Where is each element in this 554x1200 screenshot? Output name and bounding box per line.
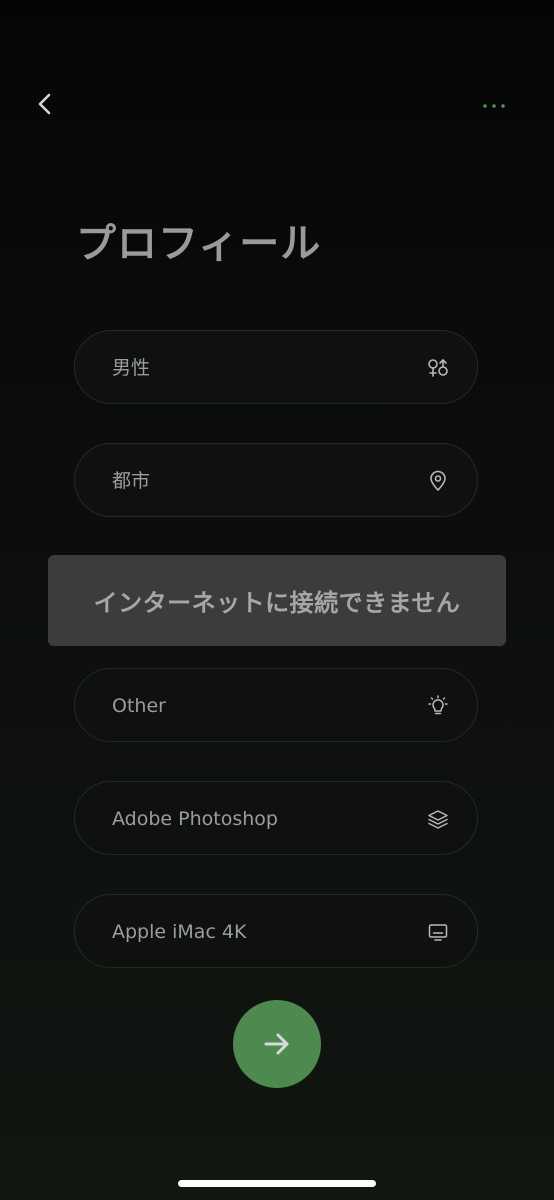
- profile-screen: プロフィール 男性 都市 インターネットに接続できません Other Adobe…: [0, 0, 554, 1200]
- page-title: プロフィール: [76, 221, 322, 267]
- city-field-value: 都市: [112, 470, 151, 492]
- home-indicator[interactable]: [178, 1180, 376, 1187]
- software-field[interactable]: Adobe Photoshop: [74, 781, 478, 855]
- more-dots-icon: [482, 95, 506, 114]
- more-options-button[interactable]: [474, 84, 514, 124]
- interest-field-value: Other: [112, 695, 166, 717]
- device-field-value: Apple iMac 4K: [112, 921, 247, 943]
- monitor-icon: [427, 921, 449, 943]
- layers-icon: [427, 808, 449, 830]
- arrow-right-icon: [262, 1029, 292, 1059]
- gender-icon: [427, 357, 449, 379]
- city-field[interactable]: 都市: [74, 443, 478, 517]
- chevron-left-icon: [34, 92, 58, 116]
- back-button[interactable]: [24, 82, 68, 126]
- device-field[interactable]: Apple iMac 4K: [74, 894, 478, 968]
- gender-field[interactable]: 男性: [74, 330, 478, 404]
- interest-field[interactable]: Other: [74, 668, 478, 742]
- toast-message: インターネットに接続できません: [93, 589, 461, 617]
- gender-field-value: 男性: [112, 357, 151, 379]
- lightbulb-icon: [427, 695, 449, 717]
- location-pin-icon: [427, 470, 449, 492]
- next-button[interactable]: [233, 1000, 321, 1088]
- software-field-value: Adobe Photoshop: [112, 808, 278, 830]
- connection-error-toast: インターネットに接続できません: [48, 555, 506, 646]
